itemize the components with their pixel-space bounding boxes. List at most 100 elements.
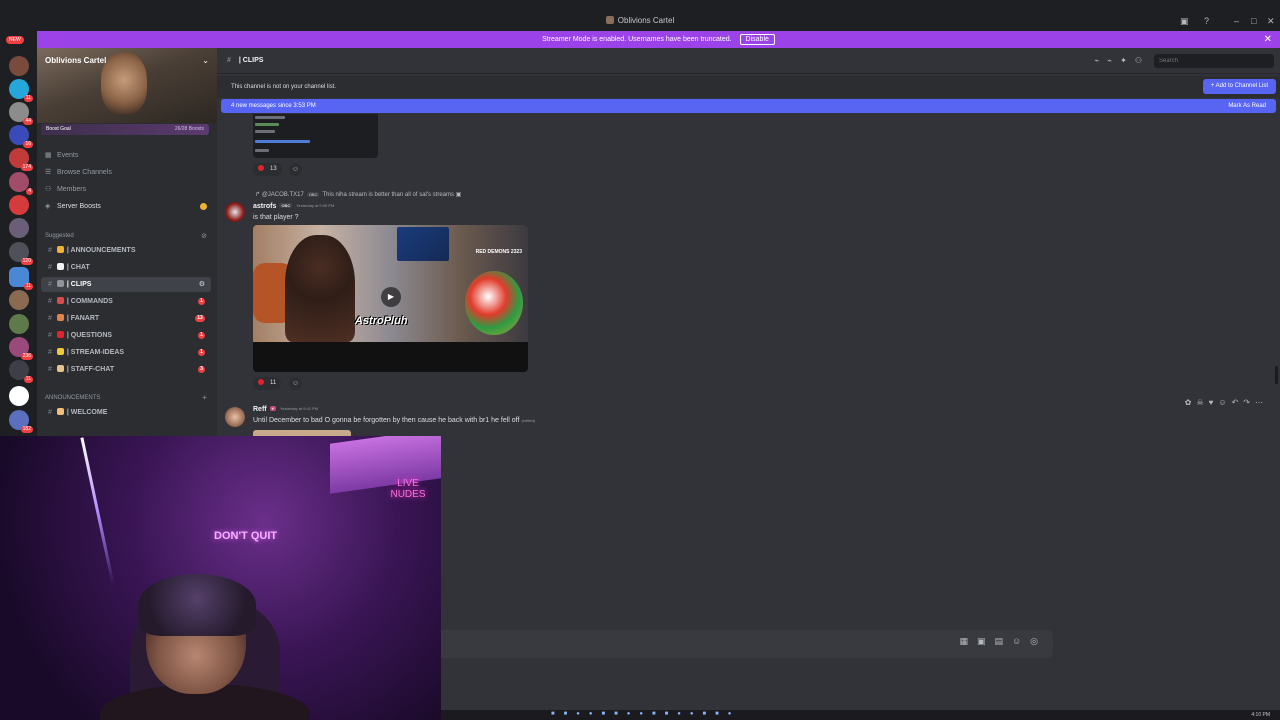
inbox-icon[interactable]: ▣ bbox=[1180, 16, 1189, 27]
add-channel-icon[interactable]: + bbox=[202, 393, 207, 402]
palette-icon bbox=[56, 314, 64, 321]
boost-goal-bar[interactable]: Boost Goal 26/28 Boosts bbox=[41, 124, 209, 135]
window-titlebar: Oblivions Cartel ▣ ? – □ ✕ bbox=[0, 0, 1280, 30]
avatar[interactable] bbox=[225, 202, 245, 222]
channel-commands[interactable]: # | COMMANDS 1 bbox=[41, 294, 211, 309]
play-icon[interactable]: ▶ bbox=[381, 287, 401, 307]
image-icon: ▣ bbox=[455, 192, 462, 198]
channel-settings-icon[interactable]: ⚙ bbox=[199, 277, 205, 292]
robot-icon bbox=[56, 297, 64, 304]
film-icon bbox=[56, 280, 64, 287]
members-icon: ⚇ bbox=[45, 186, 52, 193]
section-announcements[interactable]: ANNOUNCEMENTS bbox=[45, 395, 100, 401]
window-title: Oblivions Cartel bbox=[0, 16, 1280, 25]
maximize-icon[interactable]: □ bbox=[1251, 16, 1256, 26]
message-author[interactable]: Reff ♥ Yesterday at 9:41 PM bbox=[253, 406, 318, 413]
nav-events[interactable]: ▦ Events bbox=[45, 149, 78, 163]
channel-questions[interactable]: # | QUESTIONS 1 bbox=[41, 328, 211, 343]
help-icon[interactable]: ? bbox=[1204, 16, 1209, 26]
webcam-overlay: DON'T QUIT LIVE NUDES bbox=[0, 436, 441, 720]
red-circle-icon bbox=[258, 379, 264, 385]
dismiss-icon[interactable]: ⊘ bbox=[201, 232, 207, 240]
server-name: Oblivions Cartel bbox=[45, 56, 107, 65]
boost-icon: ◈ bbox=[45, 203, 51, 210]
message-attachment[interactable] bbox=[253, 114, 378, 158]
avatar[interactable] bbox=[225, 407, 245, 427]
neon-sign-right: LIVE NUDES bbox=[390, 478, 426, 500]
taskbar-clock: 4:10 PM bbox=[1251, 712, 1270, 718]
channel-announcements[interactable]: # | ANNOUNCEMENTS bbox=[41, 243, 211, 258]
close-icon[interactable]: ✕ bbox=[1267, 16, 1275, 27]
nav-browse-channels[interactable]: ☰ Browse Channels bbox=[45, 166, 112, 180]
server-icon[interactable]: 236 bbox=[9, 337, 33, 360]
server-banner[interactable]: Oblivions Cartel ⌄ bbox=[37, 48, 217, 123]
channel-title: # | CLIPS bbox=[227, 57, 264, 64]
server-rail: NEW 11 44 16 174 4 120 11 236 11 182 bbox=[0, 30, 37, 440]
message-hover-toolbar[interactable]: ✿☠♥☺↶↷⋯ bbox=[1185, 398, 1268, 407]
banner-image bbox=[101, 52, 147, 114]
red-circle-icon bbox=[258, 165, 264, 171]
server-icon[interactable]: 182 bbox=[9, 410, 33, 433]
header-toolbar[interactable]: ⌁⌁✦⚇ bbox=[1094, 56, 1150, 65]
server-icon[interactable]: 174 bbox=[9, 148, 33, 171]
calendar-icon: ▦ bbox=[45, 152, 52, 159]
server-logo-icon bbox=[605, 16, 614, 24]
reply-arrow-icon: ↱ bbox=[255, 192, 261, 198]
search-input[interactable] bbox=[1154, 54, 1274, 68]
channel-header: # | CLIPS ⌁⌁✦⚇ bbox=[217, 48, 1280, 74]
os-taskbar: ■■●●■■●●■■●●■■● 4:10 PM bbox=[441, 710, 1280, 720]
neon-sign-left: DON'T QUIT bbox=[214, 530, 278, 542]
reaction-pill[interactable]: 11 bbox=[253, 377, 282, 390]
server-icon[interactable]: 11 bbox=[9, 79, 33, 102]
server-icon[interactable]: 44 bbox=[9, 102, 33, 125]
reaction-pill[interactable]: 13 bbox=[253, 163, 282, 176]
server-icon[interactable]: 16 bbox=[9, 125, 33, 148]
reply-reference[interactable]: ↱ @JACOB.TX17 OBC This niha stream is bett… bbox=[255, 191, 461, 198]
channel-clips[interactable]: # | CLIPS ⚙ bbox=[41, 277, 211, 292]
question-icon bbox=[56, 331, 64, 338]
channel-stream-ideas[interactable]: # | STREAM-IDEAS 1 bbox=[41, 345, 211, 360]
server-icon-active[interactable]: 11 bbox=[9, 267, 33, 290]
new-messages-bar[interactable]: 4 new messages since 3:53 PM Mark As Rea… bbox=[221, 99, 1276, 113]
note-icon bbox=[56, 365, 64, 372]
mark-as-read-button[interactable]: Mark As Read bbox=[1228, 99, 1266, 113]
message-author[interactable]: astrofs OBC Yesterday at 9:06 PM bbox=[253, 203, 334, 210]
message-text: is that player ? bbox=[253, 214, 299, 221]
server-icon[interactable]: 11 bbox=[9, 360, 33, 383]
composer-toolbar[interactable]: ▦▣▤☺◎ bbox=[959, 636, 1047, 647]
taskbar-apps[interactable]: ■■●●■■●●■■●●■■● bbox=[551, 711, 740, 717]
chevron-down-icon[interactable]: ⌄ bbox=[202, 56, 209, 65]
server-icon[interactable] bbox=[9, 314, 29, 334]
server-icon[interactable]: 4 bbox=[9, 172, 33, 195]
bell-icon bbox=[56, 246, 64, 253]
disable-streamer-button[interactable]: Disable bbox=[739, 34, 775, 45]
section-suggested[interactable]: Suggested bbox=[45, 233, 74, 239]
video-watermark: AstroPluh bbox=[355, 315, 408, 327]
nav-members[interactable]: ⚇ Members bbox=[45, 183, 86, 197]
boost-alert-icon bbox=[200, 203, 207, 210]
close-banner-icon[interactable]: ✕ bbox=[1264, 31, 1272, 48]
nav-server-boosts[interactable]: ◈ Server Boosts bbox=[45, 200, 101, 214]
new-badge: NEW bbox=[6, 36, 24, 44]
channel-sidebar: Oblivions Cartel ⌄ Boost Goal 26/28 Boos… bbox=[37, 48, 217, 436]
add-reaction-icon[interactable]: ☺ bbox=[289, 377, 302, 390]
channel-welcome[interactable]: # | WELCOME bbox=[41, 405, 211, 420]
channel-list-notice: This channel is not on your channel list… bbox=[217, 76, 1280, 98]
add-to-channel-list-button[interactable]: + Add to Channel List bbox=[1202, 79, 1276, 94]
server-icon[interactable] bbox=[9, 195, 29, 215]
server-icon[interactable] bbox=[9, 56, 29, 76]
scrollbar[interactable] bbox=[1275, 366, 1278, 384]
server-icon[interactable] bbox=[9, 290, 29, 310]
channel-fanart[interactable]: # | FANART 13 bbox=[41, 311, 211, 326]
speech-bubble-icon bbox=[56, 263, 64, 270]
message-text: Until December to bad O gonna be forgott… bbox=[253, 417, 535, 424]
add-reaction-icon[interactable]: ☺ bbox=[289, 163, 302, 176]
video-embed[interactable]: RED DEMONS 2323 ▶ AstroPluh bbox=[253, 225, 528, 372]
server-icon[interactable]: 120 bbox=[9, 242, 33, 265]
streamer-mode-banner: Streamer Mode is enabled. Usernames have… bbox=[37, 31, 1280, 48]
server-icon[interactable] bbox=[9, 386, 29, 406]
channel-chat[interactable]: # | CHAT bbox=[41, 260, 211, 275]
minimize-icon[interactable]: – bbox=[1234, 16, 1239, 26]
server-icon[interactable] bbox=[9, 218, 29, 238]
channel-staff-chat[interactable]: # | STAFF-CHAT 3 bbox=[41, 362, 211, 377]
